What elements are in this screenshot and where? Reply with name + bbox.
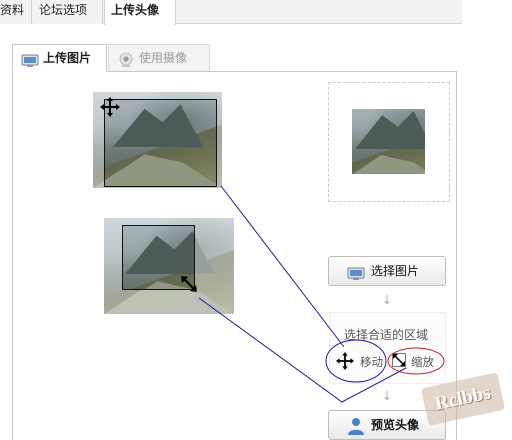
annotation-line-zoom xyxy=(198,297,407,403)
zoom-highlight-circle xyxy=(387,347,445,375)
tab-upload-image[interactable]: 上传图片 xyxy=(12,44,107,72)
move-highlight-circle xyxy=(325,339,387,383)
monitor-icon xyxy=(21,51,39,77)
tab-upload-image-label: 上传图片 xyxy=(43,51,92,65)
annotation-line-move xyxy=(220,185,345,348)
